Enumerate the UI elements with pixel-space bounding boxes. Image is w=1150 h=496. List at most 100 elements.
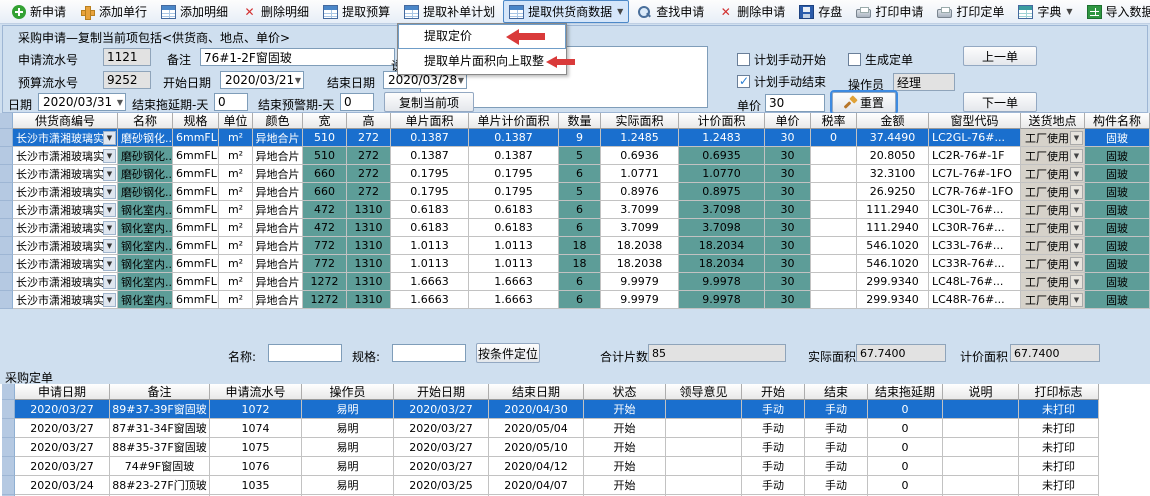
table-cell[interactable]: 1.6663 <box>391 273 469 291</box>
table-cell[interactable]: 工厂使用▼ <box>1021 165 1085 183</box>
table-cell[interactable]: 9.9978 <box>679 273 765 291</box>
table-cell[interactable]: 固玻 <box>1085 291 1150 309</box>
dropdown-arrow-icon[interactable]: ▼ <box>103 257 116 271</box>
table-cell[interactable]: 1076 <box>210 457 302 476</box>
column-header[interactable]: 领导意见 <box>666 384 742 400</box>
table-cell[interactable]: 1.0771 <box>601 165 679 183</box>
table-cell[interactable]: 18.2034 <box>679 237 765 255</box>
table-cell[interactable]: LC48R-76#... <box>929 291 1021 309</box>
table-cell[interactable]: 1072 <box>210 400 302 419</box>
table-cell[interactable]: 异地合片 <box>253 201 303 219</box>
table-row[interactable]: 长沙市潇湘玻璃实...▼钢化室内...6mmFLE...m²异地合片472131… <box>0 219 1150 237</box>
table-cell[interactable]: 1310 <box>347 273 391 291</box>
dropdown-arrow-icon[interactable]: ▼ <box>1070 131 1083 145</box>
row-selector[interactable] <box>0 291 13 309</box>
table-cell[interactable]: 开始 <box>584 400 666 419</box>
request-no-field[interactable] <box>103 48 151 66</box>
table-cell[interactable]: 异地合片 <box>253 237 303 255</box>
table-cell[interactable]: 0.1387 <box>391 129 469 147</box>
table-cell[interactable] <box>943 457 1019 476</box>
toolbar-button-1[interactable]: 添加单行 <box>74 0 153 23</box>
table-cell[interactable]: 2020/03/25 <box>394 476 489 495</box>
generate-order-checkbox[interactable]: 生成定单 <box>848 51 913 68</box>
table-cell[interactable]: 钢化室内... <box>118 291 173 309</box>
table-row[interactable]: 长沙市潇湘玻璃实...▼钢化室内...6mmFLE...m²异地合片772131… <box>0 255 1150 273</box>
table-cell[interactable]: 30 <box>765 255 811 273</box>
table-cell[interactable]: 2020/03/27 <box>15 419 110 438</box>
column-header[interactable]: 状态 <box>584 384 666 400</box>
table-cell[interactable]: 1272 <box>303 291 347 309</box>
table-cell[interactable]: 异地合片 <box>253 147 303 165</box>
table-cell[interactable]: 30 <box>765 201 811 219</box>
column-header[interactable]: 单片面积 <box>391 113 469 129</box>
table-cell[interactable]: 299.9340 <box>857 273 929 291</box>
table-cell[interactable]: 工厂使用▼ <box>1021 183 1085 201</box>
table-cell[interactable]: m² <box>219 201 253 219</box>
column-header[interactable]: 金额 <box>857 113 929 129</box>
table-cell[interactable]: 6 <box>559 219 601 237</box>
table-cell[interactable]: 未打印 <box>1019 419 1099 438</box>
toolbar-button-6[interactable]: 提取供货商数据▼ <box>503 0 629 23</box>
table-cell[interactable] <box>811 219 857 237</box>
table-cell[interactable]: 0.1795 <box>391 165 469 183</box>
table-cell[interactable]: 0.6183 <box>469 201 559 219</box>
table-cell[interactable]: 0 <box>811 129 857 147</box>
table-cell[interactable]: 异地合片 <box>253 165 303 183</box>
table-cell[interactable] <box>666 400 742 419</box>
table-row[interactable]: 长沙市潇湘玻璃实...▼磨砂钢化...6mmFLE...m²异地合片660272… <box>0 165 1150 183</box>
table-cell[interactable]: 6mmFLE... <box>173 147 219 165</box>
table-cell[interactable] <box>943 476 1019 495</box>
row-selector[interactable] <box>2 476 15 495</box>
table-row[interactable]: 长沙市潇湘玻璃实...▼钢化室内...6mmFLE...m²异地合片772131… <box>0 237 1150 255</box>
table-cell[interactable]: 工厂使用▼ <box>1021 129 1085 147</box>
table-cell[interactable]: 磨砂钢化... <box>118 183 173 201</box>
toolbar-button-3[interactable]: ✕删除明细 <box>236 0 315 23</box>
column-header[interactable]: 开始 <box>742 384 805 400</box>
table-cell[interactable]: 510 <box>303 147 347 165</box>
table-cell[interactable]: 6 <box>559 165 601 183</box>
table-cell[interactable]: 0.1387 <box>469 129 559 147</box>
table-cell[interactable]: 0 <box>868 438 943 457</box>
table-cell[interactable]: 1.6663 <box>391 291 469 309</box>
table-cell[interactable]: 6mmFLE... <box>173 183 219 201</box>
dropdown-arrow-icon[interactable]: ▼ <box>1070 257 1083 271</box>
table-cell[interactable]: 固玻 <box>1085 237 1150 255</box>
table-cell[interactable]: 异地合片 <box>253 273 303 291</box>
operator-field[interactable] <box>893 73 955 91</box>
table-cell[interactable]: 0 <box>868 476 943 495</box>
column-header[interactable]: 打印标志 <box>1019 384 1099 400</box>
manual-end-checkbox[interactable]: 计划手动结束 <box>737 73 826 90</box>
table-cell[interactable]: LC33R-76#... <box>929 255 1021 273</box>
table-cell[interactable]: 工厂使用▼ <box>1021 219 1085 237</box>
table-row[interactable]: 长沙市潇湘玻璃实...▼钢化室内...6mmFLE...m²异地合片127213… <box>0 273 1150 291</box>
manual-start-checkbox[interactable]: 计划手动开始 <box>737 51 826 68</box>
row-selector[interactable] <box>0 165 13 183</box>
remark-field[interactable] <box>200 48 395 66</box>
table-cell[interactable]: 30 <box>765 165 811 183</box>
table-cell[interactable]: 5 <box>559 147 601 165</box>
table-cell[interactable]: 1.0113 <box>391 237 469 255</box>
table-cell[interactable]: 手动 <box>805 476 868 495</box>
table-cell[interactable]: 固玻 <box>1085 183 1150 201</box>
column-header[interactable]: 结束 <box>805 384 868 400</box>
table-cell[interactable]: 磨砂钢化... <box>118 165 173 183</box>
table-cell[interactable]: 87#31-34F窗固玻 <box>110 419 210 438</box>
table-cell[interactable]: 手动 <box>742 400 805 419</box>
toolbar-button-5[interactable]: 提取补单计划 <box>398 0 501 23</box>
table-cell[interactable]: 手动 <box>805 400 868 419</box>
table-cell[interactable]: 6mmFLE... <box>173 255 219 273</box>
table-cell[interactable] <box>811 183 857 201</box>
dropdown-arrow-icon[interactable]: ▼ <box>103 167 116 181</box>
table-cell[interactable]: 异地合片 <box>253 255 303 273</box>
table-cell[interactable]: 6mmFLE... <box>173 273 219 291</box>
table-cell[interactable] <box>943 400 1019 419</box>
table-cell[interactable]: 易明 <box>302 438 394 457</box>
table-cell[interactable]: 0 <box>868 457 943 476</box>
table-cell[interactable] <box>666 438 742 457</box>
table-cell[interactable]: 工厂使用▼ <box>1021 147 1085 165</box>
table-cell[interactable]: 长沙市潇湘玻璃实...▼ <box>13 165 118 183</box>
dropdown-arrow-icon[interactable]: ▼ <box>1070 275 1083 289</box>
table-cell[interactable]: m² <box>219 219 253 237</box>
table-cell[interactable]: 1.0113 <box>469 237 559 255</box>
table-cell[interactable]: 88#23-27F门顶玻 <box>110 476 210 495</box>
